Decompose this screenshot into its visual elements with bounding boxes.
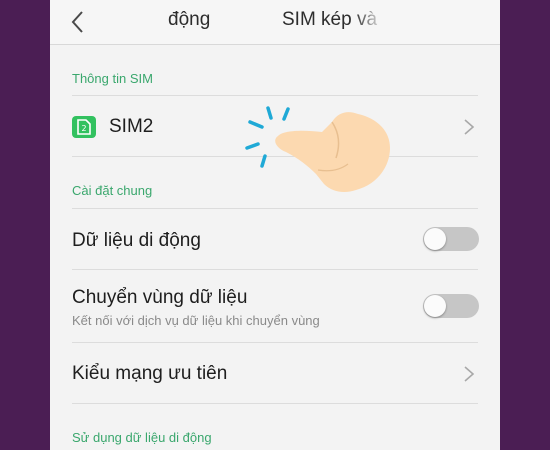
mobile-data-toggle[interactable] [423, 227, 479, 251]
background-right [500, 0, 550, 450]
svg-text:2: 2 [81, 124, 86, 133]
network-type-label: Kiểu mạng ưu tiên [72, 363, 228, 384]
toggle-knob [424, 295, 446, 317]
data-roaming-sublabel: Kết nối với dịch vụ dữ liệu khi chuyển v… [72, 313, 320, 328]
divider [72, 403, 478, 404]
mobile-data-label: Dữ liệu di động [72, 230, 201, 251]
header-title-right: SIM kép và [282, 9, 384, 31]
chevron-right-icon [464, 119, 475, 135]
mobile-data-row[interactable]: Dữ liệu di động [50, 209, 500, 269]
network-type-row[interactable]: Kiểu mạng ưu tiên [50, 343, 500, 403]
toggle-knob [424, 228, 446, 250]
section-header-mobile-data-usage: Sử dụng dữ liệu di động [72, 430, 212, 445]
sim2-row[interactable]: 2 SIM2 [50, 96, 500, 156]
background-left [0, 0, 50, 450]
section-header-general-settings: Cài đặt chung [72, 183, 153, 198]
back-arrow-icon [71, 11, 83, 33]
sim2-label: SIM2 [109, 116, 154, 137]
back-button[interactable] [64, 6, 94, 38]
data-roaming-toggle[interactable] [423, 294, 479, 318]
data-roaming-label: Chuyển vùng dữ liệu [72, 287, 248, 308]
header-title-left: động [168, 9, 211, 30]
divider [72, 156, 478, 157]
section-header-sim-info: Thông tin SIM [72, 71, 153, 86]
top-bar: động SIM kép và [50, 0, 500, 45]
data-roaming-row[interactable]: Chuyển vùng dữ liệu Kết nối với dịch vụ … [50, 270, 500, 342]
phone-screen: động SIM kép và Thông tin SIM 2 SIM2 Cài… [50, 0, 500, 450]
sim-card-icon: 2 [72, 116, 96, 138]
chevron-right-icon [464, 366, 475, 382]
